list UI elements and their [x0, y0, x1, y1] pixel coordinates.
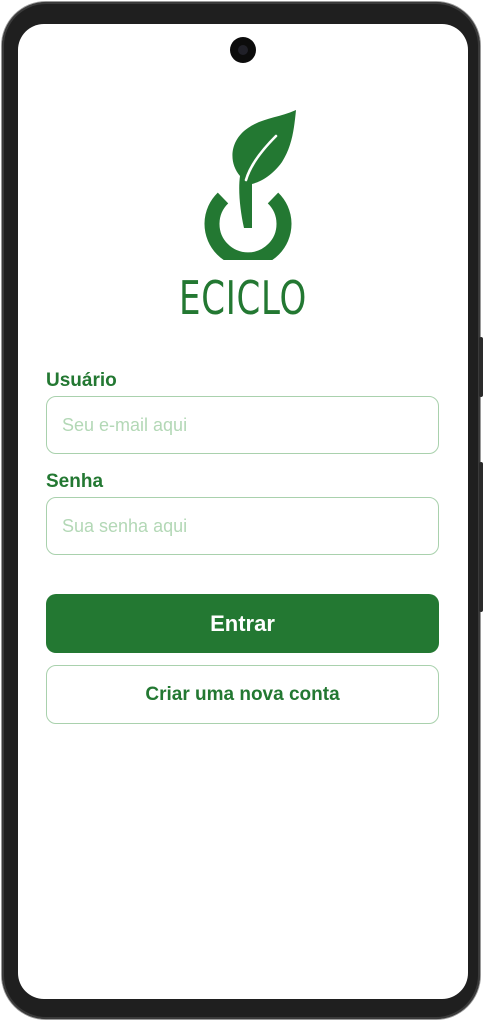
volume-button: [479, 337, 483, 397]
brand-wordmark: ECICLO: [178, 271, 308, 325]
create-account-button[interactable]: Criar uma nova conta: [46, 665, 439, 724]
app-screen: ECICLO Usuário Senha Entrar Criar uma no…: [18, 24, 468, 999]
password-label: Senha: [46, 471, 104, 492]
phone-frame: ECICLO Usuário Senha Entrar Criar uma no…: [2, 2, 483, 1019]
leaf-power-icon: [204, 110, 296, 260]
power-button: [479, 462, 483, 612]
password-input[interactable]: [46, 497, 439, 555]
login-button[interactable]: Entrar: [46, 594, 439, 653]
username-label: Usuário: [46, 370, 117, 391]
username-input[interactable]: [46, 396, 439, 454]
front-camera: [230, 37, 256, 63]
